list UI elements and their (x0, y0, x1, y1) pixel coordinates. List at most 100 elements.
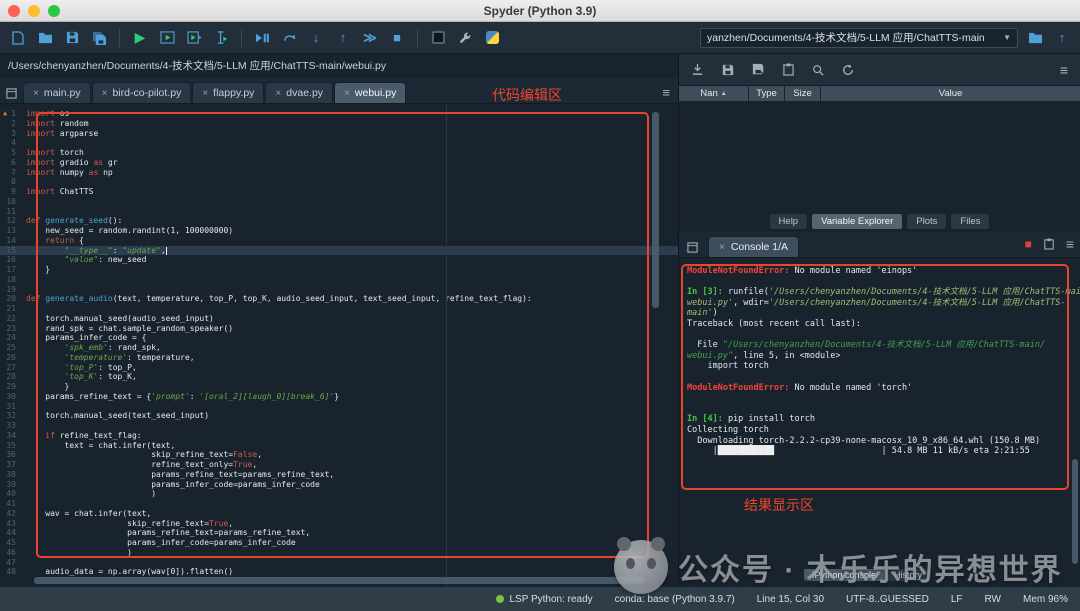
tab-close-icon[interactable]: × (33, 88, 39, 99)
console-output[interactable]: ModuleNotFoundError: No module named 'ei… (679, 258, 1080, 569)
code-line[interactable]: 44 params_refine_text=params_refine_text… (0, 528, 678, 538)
tab-plots[interactable]: Plots (906, 213, 947, 230)
chevron-down-icon[interactable]: ▼ (1003, 33, 1011, 42)
code-line[interactable]: 30 params_refine_text = {'prompt': '[ora… (0, 392, 678, 402)
tab-close-icon[interactable]: × (344, 88, 350, 99)
column-header-type[interactable]: Type (749, 86, 785, 101)
code-line[interactable]: 13 new_seed = random.randint(1, 10000000… (0, 226, 678, 236)
editor-tab[interactable]: ×webui.py (334, 82, 406, 103)
step-out-icon[interactable]: ↑ (333, 26, 353, 50)
editor-vertical-scrollbar[interactable] (652, 112, 659, 308)
save-data-icon[interactable] (722, 64, 734, 76)
code-line[interactable]: 8 (0, 177, 678, 187)
tab-close-icon[interactable]: × (719, 242, 725, 253)
editor-tab[interactable]: ×bird-co-pilot.py (92, 82, 192, 103)
python-env-icon[interactable] (482, 26, 502, 50)
editor-tab[interactable]: ×dvae.py (265, 82, 333, 103)
code-line[interactable]: 19 (0, 285, 678, 295)
code-line[interactable]: 16 "value": new_seed (0, 255, 678, 265)
inspect-object-icon[interactable] (1044, 238, 1054, 250)
code-line[interactable]: 43 skip_refine_text=True, (0, 519, 678, 529)
code-line[interactable]: 37 refine_text_only=True, (0, 460, 678, 470)
import-data-icon[interactable] (691, 63, 704, 76)
tab-help[interactable]: Help (769, 213, 809, 230)
code-line[interactable]: 28 'top_K': top_K, (0, 372, 678, 382)
column-header-name[interactable]: Nan ▲ (679, 86, 749, 101)
run-cell-icon[interactable] (157, 26, 177, 50)
editor-tab[interactable]: ×flappy.py (192, 82, 264, 103)
tab-files[interactable]: Files (950, 213, 990, 230)
code-line[interactable]: 45 params_infer_code=params_infer_code (0, 538, 678, 548)
code-line[interactable]: 10 (0, 197, 678, 207)
code-line[interactable]: 41 (0, 499, 678, 509)
tab-history[interactable]: History (886, 569, 930, 581)
continue-execution-icon[interactable]: ≫ (360, 26, 380, 50)
browse-directory-folder-icon[interactable] (1025, 26, 1045, 50)
code-line[interactable]: 17 } (0, 265, 678, 275)
editor-tab[interactable]: ×main.py (23, 82, 91, 103)
close-window-button[interactable] (8, 5, 20, 17)
open-file-icon[interactable] (35, 26, 55, 50)
editor-horizontal-scrollbar[interactable] (34, 577, 644, 584)
code-line[interactable]: 25 'spk_emb': rand_spk, (0, 343, 678, 353)
code-line[interactable]: 48 audio_data = np.array(wav[0]).flatten… (0, 567, 678, 577)
editor-options-menu-icon[interactable]: ≡ (662, 85, 670, 100)
code-line[interactable]: 36 skip_refine_text=False, (0, 450, 678, 460)
column-header-size[interactable]: Size (785, 86, 821, 101)
code-line[interactable]: 12def generate_seed(): (0, 216, 678, 226)
code-line[interactable]: 31 (0, 402, 678, 412)
code-line[interactable]: 42 wav = chat.infer(text, (0, 509, 678, 519)
code-line[interactable]: 11 (0, 207, 678, 217)
code-line[interactable]: 9import ChatTTS (0, 187, 678, 197)
code-line[interactable]: 24 params_infer_code = { (0, 333, 678, 343)
code-line[interactable]: 3import argparse (0, 129, 678, 139)
save-icon[interactable] (62, 26, 82, 50)
code-line[interactable]: 39 params_infer_code=params_infer_code (0, 480, 678, 490)
debug-file-icon[interactable] (252, 26, 272, 50)
paste-clipboard-icon[interactable] (783, 63, 794, 76)
console-vertical-scrollbar[interactable] (1072, 459, 1078, 564)
code-editor[interactable]: ▲ 1import os2import random3import argpar… (0, 104, 678, 586)
save-data-as-icon[interactable] (752, 63, 765, 76)
console-tab[interactable]: × Console 1/A (708, 236, 799, 257)
working-directory-combo[interactable]: yanzhen/Documents/4-技术文档/5-LLM 应用/ChatTT… (700, 28, 1018, 48)
tab-variable-explorer[interactable]: Variable Explorer (811, 213, 903, 230)
browse-tabs-icon[interactable] (6, 88, 17, 99)
code-line[interactable]: 29 } (0, 382, 678, 392)
code-line[interactable]: 1import os (0, 109, 678, 119)
browse-consoles-icon[interactable] (687, 242, 698, 253)
code-line[interactable]: 23 rand_spk = chat.sample_random_speaker… (0, 324, 678, 334)
code-line[interactable]: 18 (0, 275, 678, 285)
code-line[interactable]: 20def generate_audio(text, temperature, … (0, 294, 678, 304)
zoom-window-button[interactable] (48, 5, 60, 17)
code-line[interactable]: 27 'top_P': top_P, (0, 363, 678, 373)
code-line[interactable]: 6import gradio as gr (0, 158, 678, 168)
console-options-menu-icon[interactable]: ≡ (1066, 236, 1074, 252)
step-into-icon[interactable]: ↓ (306, 26, 326, 50)
interrupt-kernel-icon[interactable]: ■ (1025, 237, 1032, 251)
code-line[interactable]: 14 return { (0, 236, 678, 246)
new-file-icon[interactable] (8, 26, 28, 50)
run-cell-advance-icon[interactable] (184, 26, 204, 50)
preferences-wrench-icon[interactable] (455, 26, 475, 50)
stop-debug-icon[interactable]: ■ (387, 26, 407, 50)
tab-close-icon[interactable]: × (102, 88, 108, 99)
search-icon[interactable] (812, 64, 824, 76)
run-file-icon[interactable]: ▶ (130, 26, 150, 50)
column-header-value[interactable]: Value (821, 86, 1080, 101)
code-line[interactable]: 15 "__type__": "update", (0, 246, 678, 256)
code-line[interactable]: 2import random (0, 119, 678, 129)
refresh-icon[interactable] (842, 64, 854, 76)
code-line[interactable]: 7import numpy as np (0, 168, 678, 178)
code-line[interactable]: 5import torch (0, 148, 678, 158)
code-line[interactable]: 22 torch.manual_seed(audio_seed_input) (0, 314, 678, 324)
code-line[interactable]: 38 params_refine_text=params_refine_text… (0, 470, 678, 480)
code-line[interactable]: 33 (0, 421, 678, 431)
pane-options-menu-icon[interactable]: ≡ (1060, 62, 1068, 78)
code-line[interactable]: 4 (0, 138, 678, 148)
code-line[interactable]: 26 'temperature': temperature, (0, 353, 678, 363)
tab-close-icon[interactable]: × (275, 88, 281, 99)
step-over-icon[interactable] (279, 26, 299, 50)
tab-ipython-console[interactable]: IPython console (804, 569, 884, 581)
code-line[interactable]: 35 text = chat.infer(text, (0, 441, 678, 451)
